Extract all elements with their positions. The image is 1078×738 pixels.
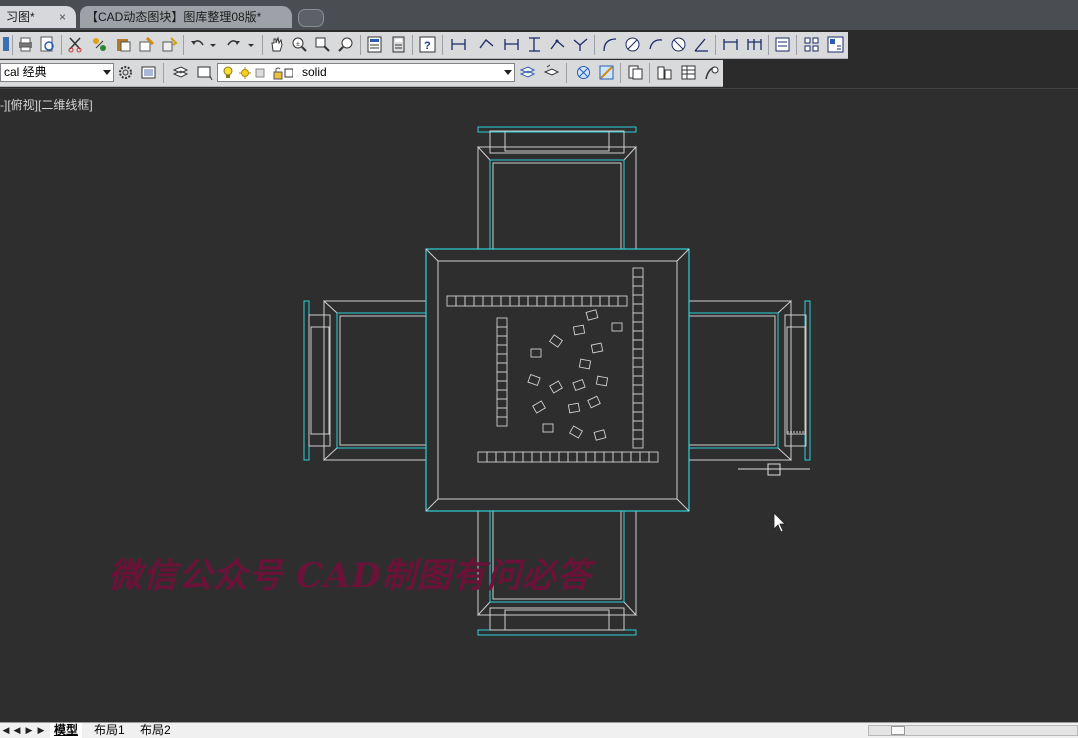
tab-label: 习图* (6, 10, 35, 24)
calculator-icon[interactable] (390, 36, 407, 53)
workspace-icon[interactable] (140, 64, 157, 81)
copy-clip-icon[interactable] (627, 64, 644, 81)
block-editor-icon[interactable] (161, 36, 178, 53)
layer-properties-icon[interactable] (172, 64, 189, 81)
layers-toolbar: cal 经典 solid (0, 60, 723, 87)
angular-icon[interactable] (693, 36, 710, 53)
zoom-window-icon[interactable] (314, 36, 331, 53)
document-tab-bar: 习图* × 【CAD动态图块】图库整理08版* (0, 0, 1078, 30)
aligned-dimension-icon[interactable] (478, 36, 495, 53)
layer-state-icons (223, 66, 293, 80)
pan-icon[interactable] (268, 36, 285, 53)
viewport-label[interactable]: -][俯视][二维线框] (0, 96, 93, 113)
layer-previous-icon[interactable] (543, 64, 560, 81)
first-layout-icon[interactable]: ◀ (1, 724, 11, 736)
layer-select[interactable]: solid (217, 63, 515, 82)
linear-dimension-icon[interactable] (503, 36, 520, 53)
standard-toolbar: ± ? (0, 32, 848, 59)
horizontal-scrollbar[interactable] (868, 725, 1078, 736)
prev-layout-icon[interactable]: ◀ (12, 724, 22, 736)
circle-dimension-icon[interactable] (670, 36, 687, 53)
drawing-canvas[interactable] (0, 88, 1078, 723)
close-tab-icon[interactable]: × (59, 6, 66, 28)
table-icon[interactable] (680, 64, 697, 81)
field-icon[interactable] (703, 64, 720, 81)
arc-dimension-icon[interactable] (549, 36, 566, 53)
new-tab-icon[interactable] (298, 9, 324, 27)
quick-dimension-icon[interactable] (722, 36, 739, 53)
next-layout-icon[interactable]: ▶ (24, 724, 34, 736)
svg-text:?: ? (424, 40, 431, 52)
design-center-icon[interactable] (827, 36, 844, 53)
gear-icon[interactable] (117, 64, 134, 81)
tab-layout1[interactable]: 布局1 (90, 723, 129, 738)
workspace-value: cal 经典 (4, 65, 47, 79)
ordinate-dimension-icon[interactable] (526, 36, 543, 53)
tab-drawing-2[interactable]: 【CAD动态图块】图库整理08版* (80, 6, 292, 28)
dimension-style-icon[interactable] (774, 36, 791, 53)
layer-isolate-icon[interactable] (575, 64, 592, 81)
tab-drawing-1[interactable]: 习图* × (0, 6, 76, 28)
undo-dropdown-icon[interactable] (208, 36, 218, 53)
zoom-previous-icon[interactable] (338, 36, 355, 53)
baseline-dimension-icon[interactable] (746, 36, 763, 53)
radius-icon[interactable] (601, 36, 618, 53)
preview-icon[interactable] (39, 36, 56, 53)
properties-icon[interactable] (366, 36, 383, 53)
chevron-down-icon (103, 70, 111, 75)
layer-name: solid (302, 65, 327, 79)
diameter-icon[interactable] (624, 36, 641, 53)
jogged-dimension-icon[interactable] (572, 36, 589, 53)
dimension-icon[interactable] (450, 36, 467, 53)
undo-icon[interactable] (189, 36, 206, 53)
tab-label: 【CAD动态图块】图库整理08版* (86, 10, 262, 24)
svg-text:±: ± (296, 41, 300, 48)
jogged-radius-icon[interactable] (647, 36, 664, 53)
redo-dropdown-icon[interactable] (246, 36, 256, 53)
scrollbar-thumb[interactable] (891, 726, 905, 735)
layer-state-icon[interactable] (196, 64, 213, 81)
match-properties-icon[interactable] (138, 36, 155, 53)
last-layout-icon[interactable]: ▶ (36, 724, 46, 736)
layer-off-icon[interactable] (598, 64, 615, 81)
paste-icon[interactable] (115, 36, 132, 53)
tool-palette-icon[interactable] (803, 36, 820, 53)
workspace-select[interactable]: cal 经典 (0, 63, 114, 82)
tab-model[interactable]: 模型 (50, 723, 83, 738)
zoom-realtime-icon[interactable]: ± (291, 36, 308, 53)
layout-tab-bar: ◀ ◀ ▶ ▶ 模型 布局1 布局2 (0, 722, 1078, 738)
make-current-layer-icon[interactable] (519, 64, 536, 81)
help-icon[interactable]: ? (419, 36, 436, 53)
redo-icon[interactable] (225, 36, 242, 53)
cut-icon[interactable] (67, 36, 84, 53)
tab-layout2[interactable]: 布局2 (136, 723, 175, 738)
print-icon[interactable] (17, 36, 34, 53)
watermark-text: 微信公众号 CAD制图有问必答 (108, 556, 592, 596)
insert-table-icon[interactable] (656, 64, 673, 81)
chevron-down-icon (504, 70, 512, 75)
copy-icon[interactable] (91, 36, 108, 53)
